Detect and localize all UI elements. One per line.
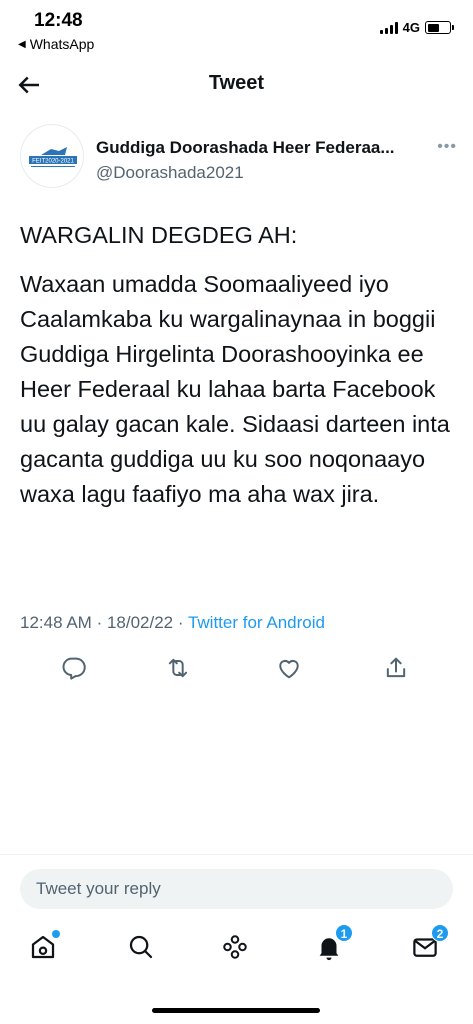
retweet-icon[interactable] xyxy=(164,654,192,682)
tweet-date: 18/02/22 xyxy=(106,613,174,632)
network-label: 4G xyxy=(402,20,420,35)
home-indicator xyxy=(152,1008,320,1013)
status-indicators: 4G xyxy=(379,20,454,35)
author-name[interactable]: Guddiga Doorashada Heer Federaa... xyxy=(96,138,395,158)
like-icon[interactable] xyxy=(275,654,303,682)
back-to-app-link[interactable]: ◀ WhatsApp xyxy=(18,36,94,52)
status-bar: 12:48 ◀ WhatsApp 4G xyxy=(0,0,473,62)
page-title: Tweet xyxy=(208,72,265,94)
search-icon[interactable] xyxy=(126,932,156,962)
tweet-source-link[interactable]: Twitter for Android xyxy=(188,613,325,632)
home-new-dot xyxy=(52,930,60,938)
reply-placeholder: Tweet your reply xyxy=(36,879,161,898)
meta-separator: · xyxy=(96,613,107,632)
tweet-heading: WARGALIN DEGDEG AH: xyxy=(20,222,298,248)
tweet-text: WARGALIN DEGDEG AH: Waxaan umadda Soomaa… xyxy=(20,218,455,526)
tweet-body: Waxaan umadda Soomaaliyeed iyo Caalamkab… xyxy=(20,271,450,507)
bottom-nav: 1 2 xyxy=(0,924,473,978)
tweet-header: Tweet xyxy=(0,62,473,108)
notifications-badge: 1 xyxy=(335,924,353,942)
back-triangle-icon: ◀ xyxy=(18,38,26,50)
avatar-logo-icon: FEIT2020-2021 xyxy=(29,147,77,167)
meta-separator: · xyxy=(177,613,188,632)
share-icon[interactable] xyxy=(382,654,410,682)
avatar[interactable]: FEIT2020-2021 xyxy=(20,124,84,188)
reply-input[interactable]: Tweet your reply xyxy=(20,869,453,909)
svg-text:FEIT2020-2021: FEIT2020-2021 xyxy=(32,159,74,165)
more-options-icon[interactable]: ••• xyxy=(437,138,457,156)
author-handle[interactable]: @Doorashada2021 xyxy=(96,163,244,183)
back-app-label: WhatsApp xyxy=(29,36,95,52)
reply-icon[interactable] xyxy=(60,654,88,682)
tweet-time: 12:48 AM xyxy=(20,613,92,632)
tweet-meta: 12:48 AM · 18/02/22 · Twitter for Androi… xyxy=(20,613,325,633)
messages-badge: 2 xyxy=(431,924,449,942)
status-time: 12:48 xyxy=(34,10,83,31)
signal-icon xyxy=(379,21,398,34)
battery-icon xyxy=(425,21,454,34)
tweet-author[interactable]: FEIT2020-2021 Guddiga Doorashada Heer Fe… xyxy=(20,124,457,194)
tweet-actions xyxy=(0,650,473,686)
spaces-icon[interactable] xyxy=(220,932,250,962)
